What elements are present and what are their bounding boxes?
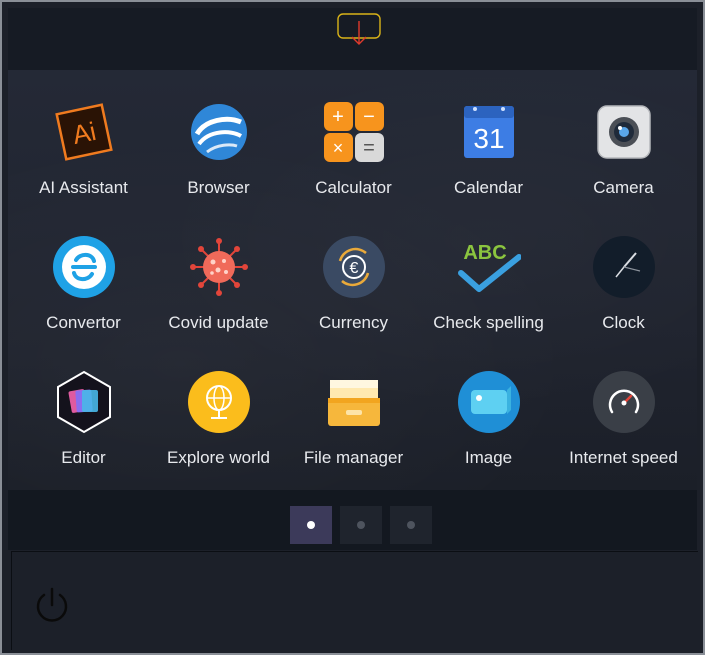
app-ai-assistant[interactable]: Ai AI Assistant [16,100,151,210]
image-icon [457,371,520,433]
launcher-window: Ai AI Assistant Browser + − × = Calculat… [0,0,705,655]
svg-text:€: € [349,260,358,277]
clock-icon [592,236,655,298]
app-label: Convertor [46,313,121,332]
calculator-icon: + − × = [323,102,384,162]
page-indicator [8,490,697,550]
app-label: Image [464,448,513,467]
app-clock[interactable]: Clock [556,235,691,345]
speedometer-icon [592,371,655,433]
app-browser[interactable]: Browser [151,100,286,210]
app-label: Covid update [168,313,269,332]
app-label: Camera [593,178,654,197]
bottom-panel [11,551,698,650]
editor-icon [56,370,111,434]
page-2-button[interactable] [340,506,382,544]
page-1-button[interactable] [290,506,332,544]
svg-text:=: = [363,137,375,159]
app-convertor[interactable]: Convertor [16,235,151,345]
app-label: Check spelling [433,313,544,332]
app-editor[interactable]: Editor [16,370,151,480]
app-camera[interactable]: Camera [556,100,691,210]
app-image[interactable]: Image [421,370,556,480]
power-icon [36,587,68,622]
svg-text:×: × [332,138,343,158]
app-covid-update[interactable]: Covid update [151,235,286,345]
calendar-icon: 31 [463,106,514,158]
app-label: AI Assistant [39,178,128,197]
app-calendar[interactable]: 31 Calendar [421,100,556,210]
svg-text:ABC: ABC [463,242,506,264]
calendar-day: 31 [473,123,504,154]
file-cabinet-icon [327,380,380,426]
ai-assistant-icon: Ai [54,103,113,161]
app-label: Clock [602,313,645,332]
app-grid: Ai AI Assistant Browser + − × = Calculat… [8,70,697,490]
down-arrow-icon [337,13,381,45]
app-file-manager[interactable]: File manager [286,370,421,480]
camera-icon [596,105,651,159]
top-bar [8,8,697,70]
power-button[interactable] [32,585,72,625]
app-label: Currency [319,313,388,332]
app-label: Browser [187,178,250,197]
app-internet-speed[interactable]: Internet speed [556,370,691,480]
page-dot [407,521,415,529]
page-dot [307,521,315,529]
browser-icon [190,104,247,160]
currency-icon: € [322,236,385,298]
app-check-spelling[interactable]: ABC Check spelling [421,235,556,345]
app-label: Internet speed [569,448,678,467]
check-spelling-icon: ABC [457,242,521,292]
page-dot [357,521,365,529]
page-3-button[interactable] [390,506,432,544]
covid-icon [189,238,248,296]
app-calculator[interactable]: + − × = Calculator [286,100,421,210]
svg-text:−: − [363,106,375,128]
svg-text:+: + [332,106,344,128]
app-label: Explore world [167,448,270,467]
app-explore-world[interactable]: Explore world [151,370,286,480]
globe-icon [187,371,250,433]
app-label: Calendar [454,178,523,197]
convertor-icon [52,236,115,298]
app-currency[interactable]: € Currency [286,235,421,345]
app-label: Editor [61,448,106,467]
app-label: Calculator [315,178,392,197]
collapse-launcher-button[interactable] [337,13,381,47]
app-label: File manager [303,448,404,467]
